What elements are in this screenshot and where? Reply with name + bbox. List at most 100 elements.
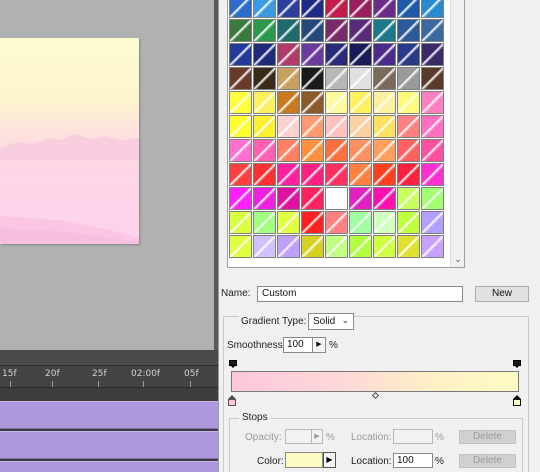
gradient-preset-swatch[interactable] [253,187,276,210]
gradient-preset-swatch[interactable] [373,19,396,42]
gradient-preset-swatch[interactable] [253,139,276,162]
gradient-preset-swatch[interactable] [277,0,300,18]
name-input[interactable]: Custom [257,286,463,302]
gradient-preset-swatch[interactable] [325,43,348,66]
gradient-preset-swatch[interactable] [325,67,348,90]
gradient-preset-swatch[interactable] [397,235,420,258]
gradient-preset-swatch[interactable] [277,235,300,258]
gradient-type-select[interactable]: Solid ⌄ [308,313,354,330]
gradient-preset-swatch[interactable] [229,211,252,234]
location-input-color[interactable]: 100 [393,453,433,468]
gradient-preset-swatch[interactable] [325,19,348,42]
gradient-preset-swatch[interactable] [277,163,300,186]
gradient-preset-swatch[interactable] [397,43,420,66]
gradient-preset-swatch[interactable] [421,235,444,258]
gradient-preset-swatch[interactable] [229,67,252,90]
gradient-preset-swatch[interactable] [253,163,276,186]
document-canvas[interactable] [0,38,139,244]
new-button[interactable]: New [475,286,529,302]
gradient-preview-bar[interactable] [231,371,519,392]
gradient-preset-swatch[interactable] [421,0,444,18]
timeline-track[interactable] [0,401,218,429]
gradient-preset-swatch[interactable] [397,163,420,186]
gradient-preset-swatch[interactable] [349,115,372,138]
opacity-stop-left[interactable] [229,360,237,369]
gradient-preset-swatch[interactable] [349,67,372,90]
gradient-preset-swatch[interactable] [277,19,300,42]
gradient-preset-swatch[interactable] [229,19,252,42]
gradient-preset-swatch[interactable] [349,187,372,210]
gradient-preset-swatch[interactable] [325,91,348,114]
gradient-preset-swatch[interactable] [229,0,252,18]
gradient-preset-swatch[interactable] [253,0,276,18]
gradient-preset-swatch[interactable] [277,211,300,234]
gradient-preset-swatch[interactable] [397,139,420,162]
gradient-preset-swatch[interactable] [229,43,252,66]
gradient-preset-swatch[interactable] [373,163,396,186]
gradient-preset-swatch[interactable] [373,115,396,138]
gradient-preset-swatch[interactable] [325,187,348,210]
gradient-preset-swatch[interactable] [373,187,396,210]
timeline-ruler[interactable]: 15f 20f 25f 02:00f 05f [0,366,218,388]
gradient-preset-swatch[interactable] [349,19,372,42]
gradient-preset-swatch[interactable] [229,139,252,162]
gradient-preset-swatch[interactable] [349,0,372,18]
gradient-preset-swatch[interactable] [373,0,396,18]
gradient-preset-swatch[interactable] [397,0,420,18]
gradient-preset-swatch[interactable] [421,187,444,210]
delete-opacity-stop-button[interactable]: Delete [459,430,516,444]
gradient-preset-swatch[interactable] [397,211,420,234]
gradient-preset-swatch[interactable] [421,43,444,66]
gradient-preset-swatch[interactable] [301,211,324,234]
gradient-preset-swatch[interactable] [373,235,396,258]
gradient-preset-swatch[interactable] [277,43,300,66]
gradient-preset-swatch[interactable] [421,91,444,114]
gradient-preset-swatch[interactable] [229,91,252,114]
gradient-preset-swatch[interactable] [277,139,300,162]
gradient-preset-swatch[interactable] [421,163,444,186]
opacity-slider-arrow[interactable]: ▶ [312,429,323,444]
gradient-preset-swatch[interactable] [301,67,324,90]
gradient-preset-swatch[interactable] [421,67,444,90]
gradient-preset-swatch[interactable] [397,19,420,42]
gradient-preset-swatch[interactable] [349,43,372,66]
gradient-preset-swatch[interactable] [229,187,252,210]
chevron-down-icon[interactable]: ⌄ [451,253,464,265]
gradient-preset-swatch[interactable] [397,67,420,90]
presets-scrollbar[interactable]: ⌄ [450,0,464,267]
color-stop-right[interactable] [513,395,522,407]
gradient-preset-swatch[interactable] [373,43,396,66]
gradient-preset-swatch[interactable] [301,115,324,138]
opacity-input[interactable] [285,429,312,444]
location-input-opacity[interactable] [393,429,433,444]
gradient-preset-swatch[interactable] [253,67,276,90]
gradient-preset-swatch[interactable] [325,139,348,162]
gradient-preset-swatch[interactable] [253,91,276,114]
color-menu-arrow[interactable]: ▶ [323,452,336,468]
gradient-preset-swatch[interactable] [421,139,444,162]
smoothness-slider-arrow[interactable]: ▶ [313,337,326,353]
gradient-preset-swatch[interactable] [325,163,348,186]
gradient-preset-swatch[interactable] [301,43,324,66]
smoothness-input[interactable]: 100 [283,337,313,353]
gradient-preset-swatch[interactable] [301,235,324,258]
gradient-preset-swatch[interactable] [253,19,276,42]
gradient-preset-swatch[interactable] [229,235,252,258]
gradient-preset-swatch[interactable] [325,0,348,18]
delete-color-stop-button[interactable]: Delete [459,454,516,468]
gradient-preset-swatch[interactable] [301,163,324,186]
timeline-track[interactable] [0,461,218,472]
gradient-preset-swatch[interactable] [325,115,348,138]
gradient-preset-swatch[interactable] [301,91,324,114]
gradient-preset-swatch[interactable] [253,235,276,258]
gradient-preset-swatch[interactable] [301,19,324,42]
gradient-preset-swatch[interactable] [373,67,396,90]
gradient-preset-swatch[interactable] [301,187,324,210]
gradient-preset-swatch[interactable] [373,91,396,114]
gradient-preset-swatch[interactable] [373,211,396,234]
gradient-preset-swatch[interactable] [349,91,372,114]
gradient-preset-swatch[interactable] [397,115,420,138]
gradient-preset-swatch[interactable] [421,211,444,234]
gradient-preset-swatch[interactable] [301,0,324,18]
gradient-preset-swatch[interactable] [373,139,396,162]
